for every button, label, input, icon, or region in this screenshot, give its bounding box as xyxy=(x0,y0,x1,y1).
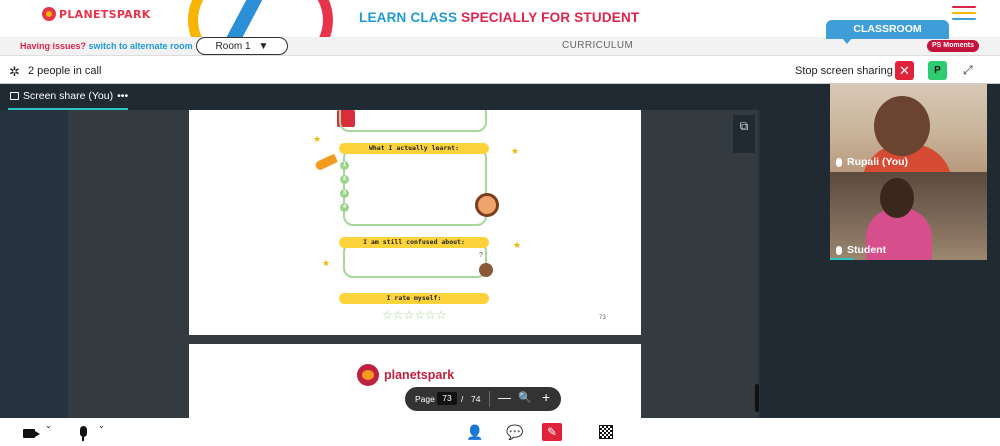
more-options-icon[interactable]: ••• xyxy=(117,90,128,102)
logo-mark-icon xyxy=(42,7,56,21)
pdf-page-73: ★ ★ ★ ★ What I actually learnt: 1 2 3 4 … xyxy=(189,110,641,335)
issue-notice: Having issues? switch to alternate room xyxy=(20,41,193,51)
participant-video-head xyxy=(880,178,914,218)
participant-name-label: Rupali (You) xyxy=(836,156,908,168)
screen-icon xyxy=(10,92,19,100)
close-icon: ✕ xyxy=(899,63,910,78)
decorative-arc xyxy=(188,0,333,37)
star-decoration: ★ xyxy=(313,134,322,144)
pdf-viewer[interactable]: ★ ★ ★ ★ What I actually learnt: 1 2 3 4 … xyxy=(68,110,758,418)
scrollbar-thumb[interactable] xyxy=(755,384,759,412)
chevron-down-icon[interactable]: ⌄ xyxy=(45,421,52,430)
headline-part-1: LEARN CLASS xyxy=(359,10,462,25)
issue-label: Having issues? xyxy=(20,41,87,51)
page-number: 73 xyxy=(599,315,606,321)
rocket-illustration xyxy=(314,153,338,172)
top-box-edge xyxy=(339,110,487,132)
participants-icon[interactable]: 👤 xyxy=(466,424,483,441)
room-subbar: Having issues? switch to alternate room … xyxy=(0,20,1000,56)
star-decoration: ★ xyxy=(511,146,520,156)
page-headline: LEARN CLASS SPECIALLY FOR STUDENT xyxy=(359,10,639,25)
room-select[interactable]: Room 1 ▼ xyxy=(196,37,288,55)
ps-moments-label: PS Moments xyxy=(932,42,975,49)
current-page-input[interactable]: 73 xyxy=(437,392,457,405)
zoom-icon[interactable]: 🔍 xyxy=(518,391,532,404)
rating-stars: ☆☆☆☆☆☆ xyxy=(382,308,447,322)
total-pages: 74 xyxy=(471,394,481,404)
popout-icon[interactable]: ⧉ xyxy=(733,115,755,153)
learnt-box xyxy=(343,148,487,226)
question-mark: ? xyxy=(479,252,483,259)
zoom-in-button[interactable]: + xyxy=(542,389,550,405)
room-select-value: Room 1 xyxy=(215,40,251,52)
participant-name: Rupali (You) xyxy=(847,156,909,168)
switch-room-link[interactable]: switch to alternate room xyxy=(89,41,193,51)
page-label: Page xyxy=(415,394,435,404)
controls-divider xyxy=(489,391,490,407)
participant-badge[interactable]: P xyxy=(928,61,947,80)
call-toolbar: ⌄ ⌄ 👤 💬 ✎ xyxy=(0,418,1000,446)
stop-sharing-button[interactable]: ✕ xyxy=(895,61,914,80)
tab-screen-share-label: Screen share (You) xyxy=(23,90,114,102)
learnt-number-1: 1 xyxy=(340,161,349,170)
tab-curriculum[interactable]: CURRICULUM xyxy=(562,40,633,51)
planetspark-logo[interactable]: PLANETSPARK xyxy=(42,7,151,21)
screen-share-view: ★ ★ ★ ★ What I actually learnt: 1 2 3 4 … xyxy=(0,110,760,418)
learnt-number-4: 4 xyxy=(340,203,349,212)
video-call-area: ✲ 2 people in call Stop screen sharing ✕… xyxy=(0,57,1000,446)
stop-sharing-label: Stop screen sharing xyxy=(795,65,893,77)
microphone-icon[interactable] xyxy=(80,426,87,441)
page-brand-text: planetspark xyxy=(384,368,455,382)
star-decoration: ★ xyxy=(513,240,522,250)
hamburger-line-3 xyxy=(952,18,976,20)
page-separator: / xyxy=(461,394,464,404)
participant-name-label: Student xyxy=(836,244,886,256)
call-topbar: ✲ 2 people in call Stop screen sharing ✕… xyxy=(0,57,1000,84)
hamburger-line-2 xyxy=(952,12,976,14)
star-decoration: ★ xyxy=(322,258,331,268)
participant-tile-student[interactable]: Student xyxy=(830,172,987,260)
participant-tile-rupali[interactable]: Rupali (You) xyxy=(830,84,987,172)
kid-face-illustration xyxy=(475,193,499,217)
confused-heading: I am still confused about: xyxy=(339,237,489,248)
participant-name: Student xyxy=(847,244,887,256)
tab-classroom[interactable]: CLASSROOM xyxy=(826,20,949,39)
chevron-down-icon[interactable]: ⌄ xyxy=(98,421,105,430)
camera-icon[interactable] xyxy=(23,429,40,438)
participant-video-head xyxy=(874,96,930,156)
logo-text: PLANETSPARK xyxy=(59,7,151,21)
share-screen-icon: ✎ xyxy=(546,425,558,439)
ps-moments-button[interactable]: PS Moments xyxy=(927,40,980,52)
learnt-heading: What I actually learnt: xyxy=(339,143,489,154)
tab-indicator-caret xyxy=(842,38,852,44)
speaking-indicator xyxy=(830,258,854,260)
confused-face-illustration xyxy=(479,263,493,277)
people-count: 2 people in call xyxy=(28,65,102,77)
share-screen-button[interactable]: ✎ xyxy=(542,423,562,441)
zoom-out-button[interactable]: — xyxy=(498,390,511,405)
share-tabbar: Screen share (You) ••• xyxy=(0,84,830,110)
caret-down-icon: ▼ xyxy=(258,40,269,52)
microphone-icon xyxy=(836,157,842,167)
whiteboard-icon[interactable] xyxy=(599,425,613,439)
planetspark-page-logo: planetspark xyxy=(357,364,454,386)
chat-icon[interactable]: 💬 xyxy=(506,424,523,441)
gear-icon[interactable]: ✲ xyxy=(9,64,20,80)
hamburger-line-1 xyxy=(952,6,976,8)
learnt-number-3: 3 xyxy=(340,189,349,198)
rate-heading: I rate myself: xyxy=(339,293,489,304)
learnt-number-2: 2 xyxy=(340,175,349,184)
pdf-page-controls: Page 73 / 74 — 🔍 + xyxy=(405,387,561,411)
headline-part-2: SPECIALLY FOR STUDENT xyxy=(461,10,640,25)
hamburger-icon[interactable] xyxy=(952,6,976,24)
microphone-icon xyxy=(836,245,842,255)
tab-screen-share[interactable]: Screen share (You) ••• xyxy=(10,90,128,102)
logo-mark-icon xyxy=(357,364,379,386)
fullscreen-icon[interactable]: ⤢ xyxy=(963,63,973,78)
